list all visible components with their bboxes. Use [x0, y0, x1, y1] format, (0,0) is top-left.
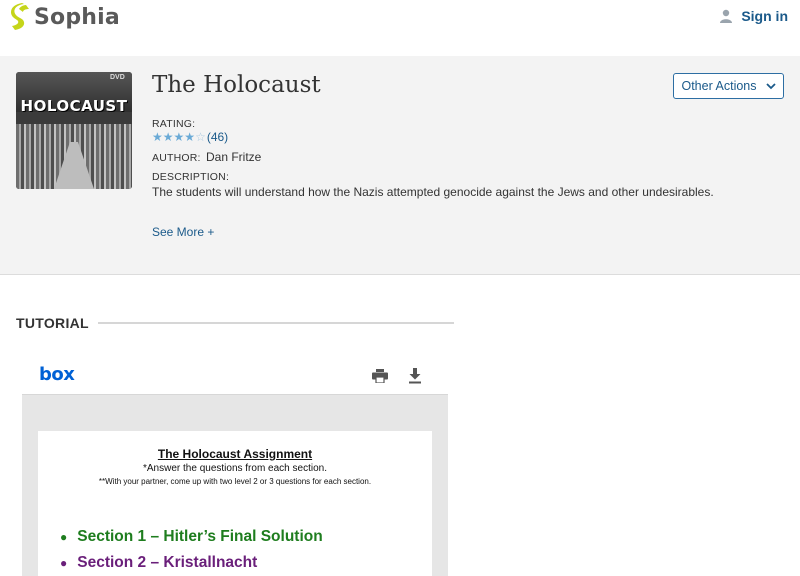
- document-instruction: *Answer the questions from each section.: [143, 463, 327, 474]
- document-instruction: **With your partner, come up with two le…: [98, 477, 372, 486]
- star-icon: ★: [184, 130, 196, 144]
- bullet-icon: ●: [60, 556, 68, 570]
- star-icon: ★: [162, 130, 174, 144]
- document-title: The Holocaust Assignment: [157, 447, 313, 461]
- tutorial-heading: TUTORIAL: [16, 315, 89, 331]
- user-icon: [720, 9, 733, 23]
- sophia-logo-icon: [11, 3, 29, 30]
- document-viewer[interactable]: box The Holocaust Assignment *Answer the…: [22, 352, 448, 576]
- rating-label: RATING:: [152, 118, 196, 130]
- divider: [98, 322, 454, 324]
- see-more-link[interactable]: See More +: [152, 225, 214, 239]
- star-icon: ★: [173, 130, 185, 144]
- download-icon[interactable]: [408, 368, 422, 384]
- thumbnail-title: HOLOCAUST: [20, 97, 128, 115]
- list-item: ● Section 1 – Hitler’s Final Solution: [60, 528, 323, 546]
- sophia-logo[interactable]: Sophia: [10, 3, 120, 31]
- description-label: DESCRIPTION:: [152, 171, 230, 183]
- top-navigation-bar: Sophia Sign in: [0, 0, 800, 56]
- box-logo[interactable]: box: [39, 364, 75, 385]
- sign-in-label: Sign in: [741, 8, 788, 24]
- section-title: Section 2 – Kristallnacht: [77, 554, 258, 571]
- star-icon: ★: [152, 130, 163, 144]
- rating-stars[interactable]: ★ ★ ★ ★ ☆ (46): [152, 130, 228, 144]
- chevron-down-icon: [765, 82, 776, 89]
- list-item: ● Section 2 – Kristallnacht: [60, 554, 257, 572]
- author-name: Dan Fritze: [206, 150, 262, 164]
- brand-name: Sophia: [34, 4, 120, 30]
- bullet-icon: ●: [60, 530, 68, 544]
- course-info-panel: DVD HOLOCAUST The Holocaust Other Action…: [0, 56, 800, 275]
- author-label: AUTHOR:: [152, 152, 201, 164]
- course-thumbnail: DVD HOLOCAUST: [16, 72, 132, 189]
- viewer-toolbar: box: [22, 352, 448, 395]
- page-title: The Holocaust: [152, 72, 321, 98]
- sign-in-button[interactable]: Sign in: [719, 8, 788, 24]
- other-actions-button[interactable]: Other Actions: [673, 73, 784, 99]
- section-title: Section 1 – Hitler’s Final Solution: [77, 528, 323, 545]
- print-icon[interactable]: [372, 369, 388, 383]
- rating-count[interactable]: (46): [207, 130, 228, 144]
- thumbnail-badge: DVD: [110, 74, 125, 81]
- document-page: The Holocaust Assignment *Answer the que…: [38, 431, 432, 576]
- description-text: The students will understand how the Naz…: [152, 185, 714, 199]
- other-actions-label: Other Actions: [681, 79, 757, 93]
- star-empty-icon: ☆: [195, 130, 206, 144]
